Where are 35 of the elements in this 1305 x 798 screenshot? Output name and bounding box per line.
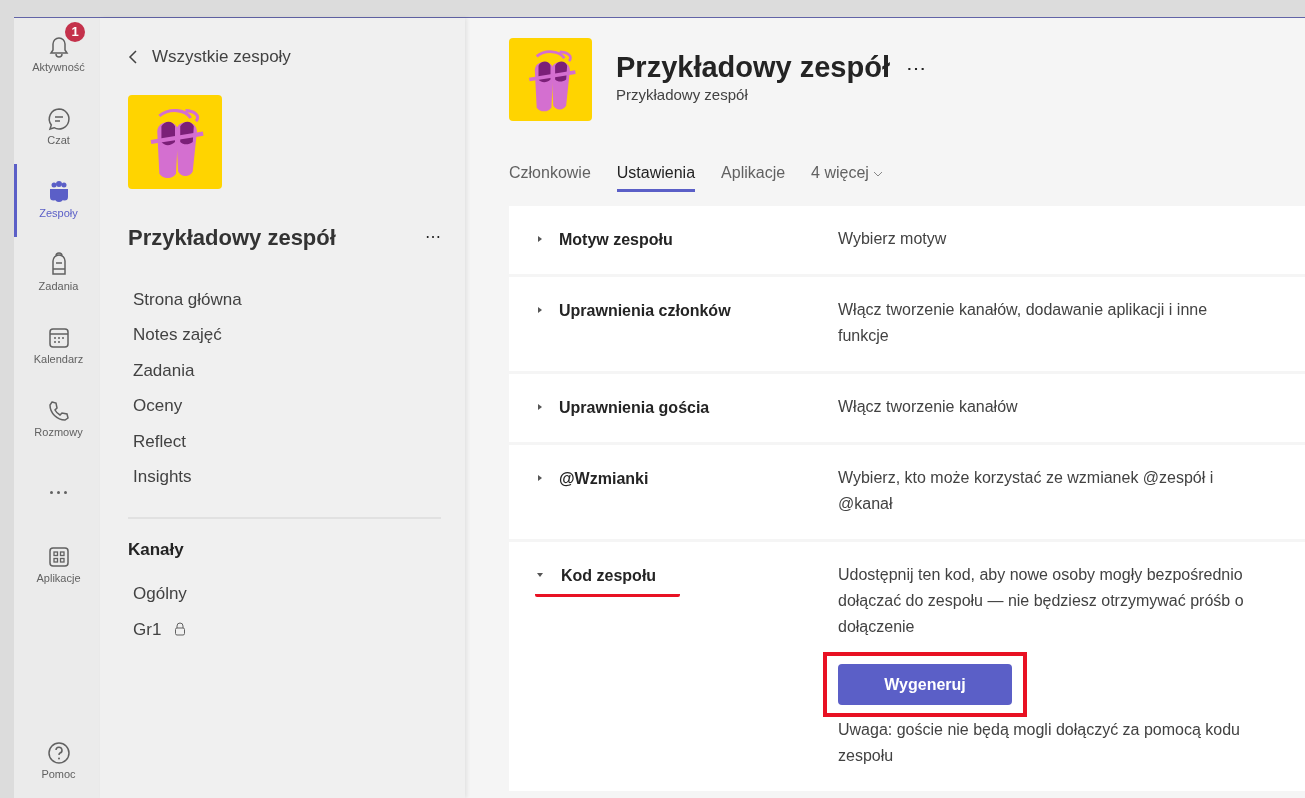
tab[interactable]: Członkowie <box>509 157 591 192</box>
setting-note: Uwaga: goście nie będą mogli dołączyć za pomocą kodu zespołu <box>838 720 1241 766</box>
team-title: Przykładowy zespół <box>616 52 890 85</box>
tab[interactable]: Ustawienia <box>616 157 696 192</box>
setting-description: Wybierz, kto może korzystać ze wzmianek @zespół i @kanał <box>838 468 1215 514</box>
setting-description: Wybierz motyw <box>838 229 948 249</box>
setting-title[interactable]: Kod zespołu <box>561 564 657 588</box>
setting-description: Włącz tworzenie kanałów, dodawanie aplikacji i inne funkcje <box>838 300 1209 346</box>
generate-button[interactable]: Wygeneruj <box>838 664 1012 705</box>
rail-item[interactable]: Kalendarz <box>14 310 100 383</box>
team-name: Przykładowy zespół <box>128 223 336 252</box>
tab[interactable]: Aplikacje <box>721 157 786 192</box>
notification-badge: 1 <box>65 22 85 42</box>
back-link-text[interactable]: Wszystkie zespoły <box>152 44 291 70</box>
rail-item[interactable]: Czat <box>14 91 100 164</box>
team-subtitle: Przykładowy zespół <box>616 85 749 106</box>
help-icon <box>45 740 72 767</box>
setting-title[interactable]: Uprawnienia gościa <box>559 396 710 420</box>
back-chevron-icon <box>128 49 138 64</box>
channels-heading: Kanały <box>128 538 185 561</box>
chat-icon <box>45 106 72 133</box>
rail-item[interactable]: Aktywność 1 <box>14 18 100 91</box>
rail-item[interactable]: Rozmowy <box>14 383 100 456</box>
rail-item[interactable]: Aplikacje <box>14 529 100 602</box>
setting-title[interactable]: Uprawnienia członków <box>559 299 731 323</box>
more-icon <box>50 491 67 494</box>
rail-item[interactable]: Zadania <box>14 237 100 310</box>
setting-title[interactable]: Motyw zespołu <box>559 228 673 252</box>
rail-item[interactable]: Pomoc <box>14 725 100 798</box>
more-options-button[interactable]: ⋯ <box>425 225 441 249</box>
more-options-button[interactable]: ⋯ <box>906 53 926 84</box>
setting-description: Włącz tworzenie kanałów <box>838 397 1019 417</box>
tab[interactable]: 4 więcej <box>811 157 884 192</box>
setting-description: Udostępnij ten kod, aby nowe osoby mogły bezpośrednio dołączać do zespołu — nie będziesz otrzymywać próśb o dołączenie <box>838 565 1245 637</box>
setting-title[interactable]: @Wzmianki <box>559 467 649 491</box>
